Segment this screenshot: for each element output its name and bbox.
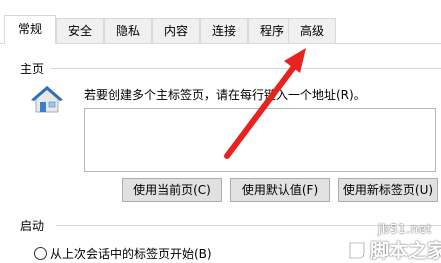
tab-connections[interactable]: 连接 <box>200 18 248 43</box>
startup-radio-label: 从上次会话中的标签页开始(B) <box>50 247 212 261</box>
watermark-script-icon <box>348 241 366 259</box>
tab-strip-divider <box>0 43 441 44</box>
watermark-logo: 脚本之家 <box>346 236 441 263</box>
house-icon <box>30 84 64 114</box>
tab-privacy[interactable]: 隐私 <box>104 18 152 43</box>
tab-strip: 安全 隐私 内容 连接 程序 高级 常规 <box>0 0 441 44</box>
homepage-section-divider <box>50 68 441 69</box>
use-current-page-button[interactable]: 使用当前页(C) <box>122 178 222 202</box>
arrow-head <box>284 48 306 73</box>
use-default-button[interactable]: 使用默认值(F) <box>230 178 330 202</box>
radio-button-icon[interactable] <box>34 247 47 260</box>
homepage-section-title: 主页 <box>20 62 45 76</box>
tab-security[interactable]: 安全 <box>56 18 104 43</box>
watermark-name-text: 脚本之家 <box>370 240 441 262</box>
use-new-tab-button[interactable]: 使用新标签页(U) <box>338 178 438 202</box>
startup-radio-restore-tabs[interactable]: 从上次会话中的标签页开始(B) <box>34 245 212 263</box>
homepage-hint-text: 若要创建多个主标签页，请在每行键入一个地址(R)。 <box>84 88 366 102</box>
tab-advanced[interactable]: 高级 <box>288 18 336 43</box>
startup-section-title: 启动 <box>20 219 45 233</box>
homepage-address-input[interactable] <box>84 108 436 172</box>
watermark-domain-text: jb51.net <box>378 222 432 236</box>
tab-content[interactable]: 内容 <box>152 18 200 43</box>
internet-options-dialog: 安全 隐私 内容 连接 程序 高级 常规 主页 若要创建多个主标签页，请在每行键… <box>0 0 441 263</box>
tab-general[interactable]: 常规 <box>4 15 56 44</box>
